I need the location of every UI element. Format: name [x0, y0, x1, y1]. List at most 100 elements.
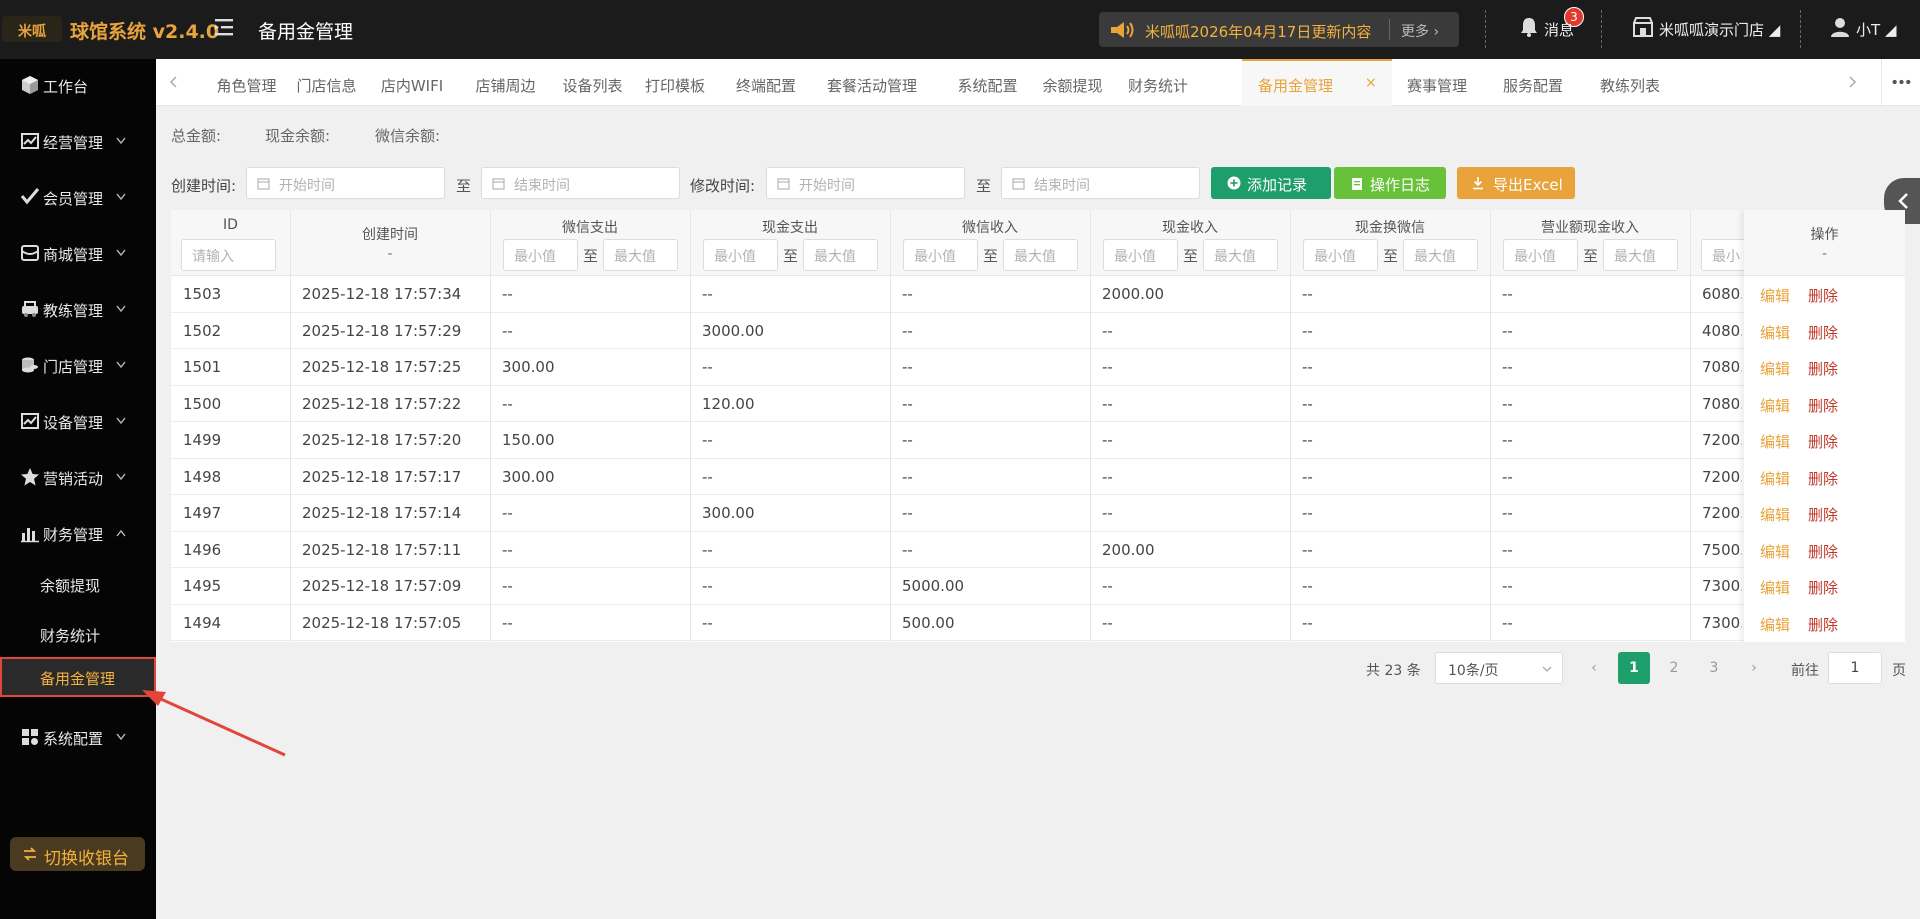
column-title: 现金支出 — [762, 220, 818, 236]
tab-8[interactable]: 系统配置 — [946, 59, 1029, 106]
delete-button[interactable]: 删除 — [1808, 541, 1838, 562]
sidebar-item-4[interactable]: 教练管理 — [0, 289, 156, 329]
modified-time-label: 修改时间: — [690, 177, 756, 195]
page-button-1[interactable]: 1 — [1618, 652, 1650, 684]
sidebar-item-7[interactable]: 营销活动 — [0, 457, 156, 497]
table-row: 1497 2025-12-18 17:57:14 -- 300.00 -- -- -- -- 7… — [171, 495, 1905, 532]
tab-4[interactable]: 设备列表 — [549, 59, 636, 106]
delete-button[interactable]: 删除 — [1808, 504, 1838, 525]
prev-page-button[interactable]: ‹ — [1578, 652, 1610, 684]
sidebar-subitem-1[interactable]: 财务统计 — [0, 614, 156, 654]
more-icon[interactable] — [1881, 59, 1920, 106]
tab-10[interactable]: 财务统计 — [1116, 59, 1200, 106]
delete-button[interactable]: 删除 — [1808, 614, 1838, 635]
sidebar-item-6[interactable]: 设备管理 — [0, 401, 156, 441]
switch-cashier-button[interactable]: 切换收银台 — [10, 837, 145, 871]
sidebar-item-5[interactable]: 门店管理 — [0, 345, 156, 385]
min-value-input[interactable]: 最小值 — [703, 239, 778, 271]
edit-button[interactable]: 编辑 — [1760, 285, 1790, 306]
table-row: 1494 2025-12-18 17:57:05 -- -- 500.00 -- -- -- 7… — [171, 605, 1905, 641]
next-page-button[interactable]: › — [1738, 652, 1770, 684]
sidebar-subitem-0[interactable]: 余额提现 — [0, 564, 156, 604]
edit-button[interactable]: 编辑 — [1760, 541, 1790, 562]
min-value-input[interactable]: 最小值 — [503, 239, 578, 271]
bell-icon[interactable] — [1518, 16, 1540, 38]
sidebar-subitem-2[interactable]: 备用金管理 — [0, 657, 156, 697]
edit-button[interactable]: 编辑 — [1760, 322, 1790, 343]
sidebar-item-2[interactable]: 会员管理 — [0, 177, 156, 217]
min-value-input[interactable]: 最小值 — [903, 239, 978, 271]
max-value-input[interactable]: 最大值 — [603, 239, 678, 271]
tab-2[interactable]: 店内WIFI — [366, 59, 458, 106]
max-value-input[interactable]: 最大值 — [1403, 239, 1478, 271]
tab-scroll-left-icon[interactable] — [156, 59, 190, 106]
delete-button[interactable]: 删除 — [1808, 322, 1838, 343]
goto-page-input[interactable]: 1 — [1828, 652, 1882, 684]
tab-6[interactable]: 终端配置 — [720, 59, 812, 106]
delete-button[interactable]: 删除 — [1808, 358, 1838, 379]
add-record-button[interactable]: 添加记录 — [1211, 167, 1331, 199]
sidebar-item-8[interactable]: 财务管理 — [0, 513, 156, 553]
max-value-input[interactable]: 最大值 — [1203, 239, 1278, 271]
tab-7[interactable]: 套餐活动管理 — [810, 59, 934, 106]
min-value-input[interactable]: 最小值 — [1303, 239, 1378, 271]
max-value-input[interactable]: 最大值 — [1003, 239, 1078, 271]
edit-button[interactable]: 编辑 — [1760, 395, 1790, 416]
page-button-2[interactable]: 2 — [1658, 652, 1690, 684]
notice-bar[interactable]: 米呱呱2026年04月17日更新内容 更多 › — [1099, 12, 1459, 47]
tab-14[interactable]: 教练列表 — [1580, 59, 1680, 106]
user-menu[interactable]: 小T ◢ — [1856, 19, 1896, 40]
tab-12[interactable]: 赛事管理 — [1392, 59, 1482, 106]
table-cell: -- — [702, 613, 713, 632]
store-selector[interactable]: 米呱呱演示门店 ◢ — [1659, 19, 1780, 40]
tab-11[interactable]: 备用金管理 × — [1242, 59, 1392, 106]
delete-button[interactable]: 删除 — [1808, 431, 1838, 452]
tab-3[interactable]: 店铺周边 — [456, 59, 555, 106]
page-size-select[interactable]: 10条/页 — [1435, 652, 1563, 684]
id-filter-input[interactable]: 请输入 — [181, 239, 276, 271]
tab-label: 终端配置 — [735, 77, 796, 95]
min-value-input[interactable]: 最小值 — [1503, 239, 1578, 271]
delete-button[interactable]: 删除 — [1808, 577, 1838, 598]
sidebar-item-system-config[interactable]: 系统配置 — [0, 717, 156, 757]
tab-13[interactable]: 服务配置 — [1486, 59, 1580, 106]
messages-link[interactable]: 消息 — [1544, 19, 1574, 40]
edit-button[interactable]: 编辑 — [1760, 614, 1790, 635]
table-cell: -- — [1302, 540, 1313, 559]
modified-start-input[interactable]: 开始时间 — [766, 167, 965, 199]
operation-log-button[interactable]: 操作日志 — [1334, 167, 1446, 199]
column-header: 现金换微信 最小值 至最大值 — [1290, 210, 1490, 276]
table-cell: -- — [1302, 504, 1313, 522]
table-cell: 2000.00 — [1102, 285, 1165, 303]
sidebar-item-0[interactable]: 工作台 — [0, 65, 156, 105]
tab-9[interactable]: 余额提现 — [1031, 59, 1114, 106]
edit-button[interactable]: 编辑 — [1760, 504, 1790, 525]
tab-5[interactable]: 打印模板 — [634, 59, 716, 106]
tab-close-icon[interactable]: × — [1365, 75, 1377, 91]
table-cell: -- — [1302, 431, 1313, 449]
edit-button[interactable]: 编辑 — [1760, 468, 1790, 489]
delete-button[interactable]: 删除 — [1808, 468, 1838, 489]
min-value-placeholder: 最小 — [1712, 249, 1740, 265]
delete-button[interactable]: 删除 — [1808, 395, 1838, 416]
sidebar-item-1[interactable]: 经营管理 — [0, 121, 156, 161]
created-start-input[interactable]: 开始时间 — [246, 167, 445, 199]
notice-more-link[interactable]: 更多 › — [1401, 21, 1439, 41]
min-value-input[interactable]: 最小值 — [1103, 239, 1178, 271]
edit-button[interactable]: 编辑 — [1760, 358, 1790, 379]
grid-icon — [22, 729, 38, 745]
max-value-input[interactable]: 最大值 — [1603, 239, 1678, 271]
edit-button[interactable]: 编辑 — [1760, 431, 1790, 452]
export-excel-button[interactable]: 导出Excel — [1457, 167, 1575, 199]
page-button-3[interactable]: 3 — [1698, 652, 1730, 684]
tab-1[interactable]: 门店信息 — [283, 59, 370, 106]
max-value-input[interactable]: 最大值 — [803, 239, 878, 271]
menu-toggle-icon[interactable] — [214, 16, 234, 38]
tab-scroll-right-icon[interactable] — [1836, 59, 1870, 106]
delete-button[interactable]: 删除 — [1808, 285, 1838, 306]
created-end-input[interactable]: 结束时间 — [481, 167, 680, 199]
range-separator: 至 — [456, 177, 472, 195]
edit-button[interactable]: 编辑 — [1760, 577, 1790, 598]
modified-end-input[interactable]: 结束时间 — [1001, 167, 1200, 199]
sidebar-item-3[interactable]: 商城管理 — [0, 233, 156, 273]
